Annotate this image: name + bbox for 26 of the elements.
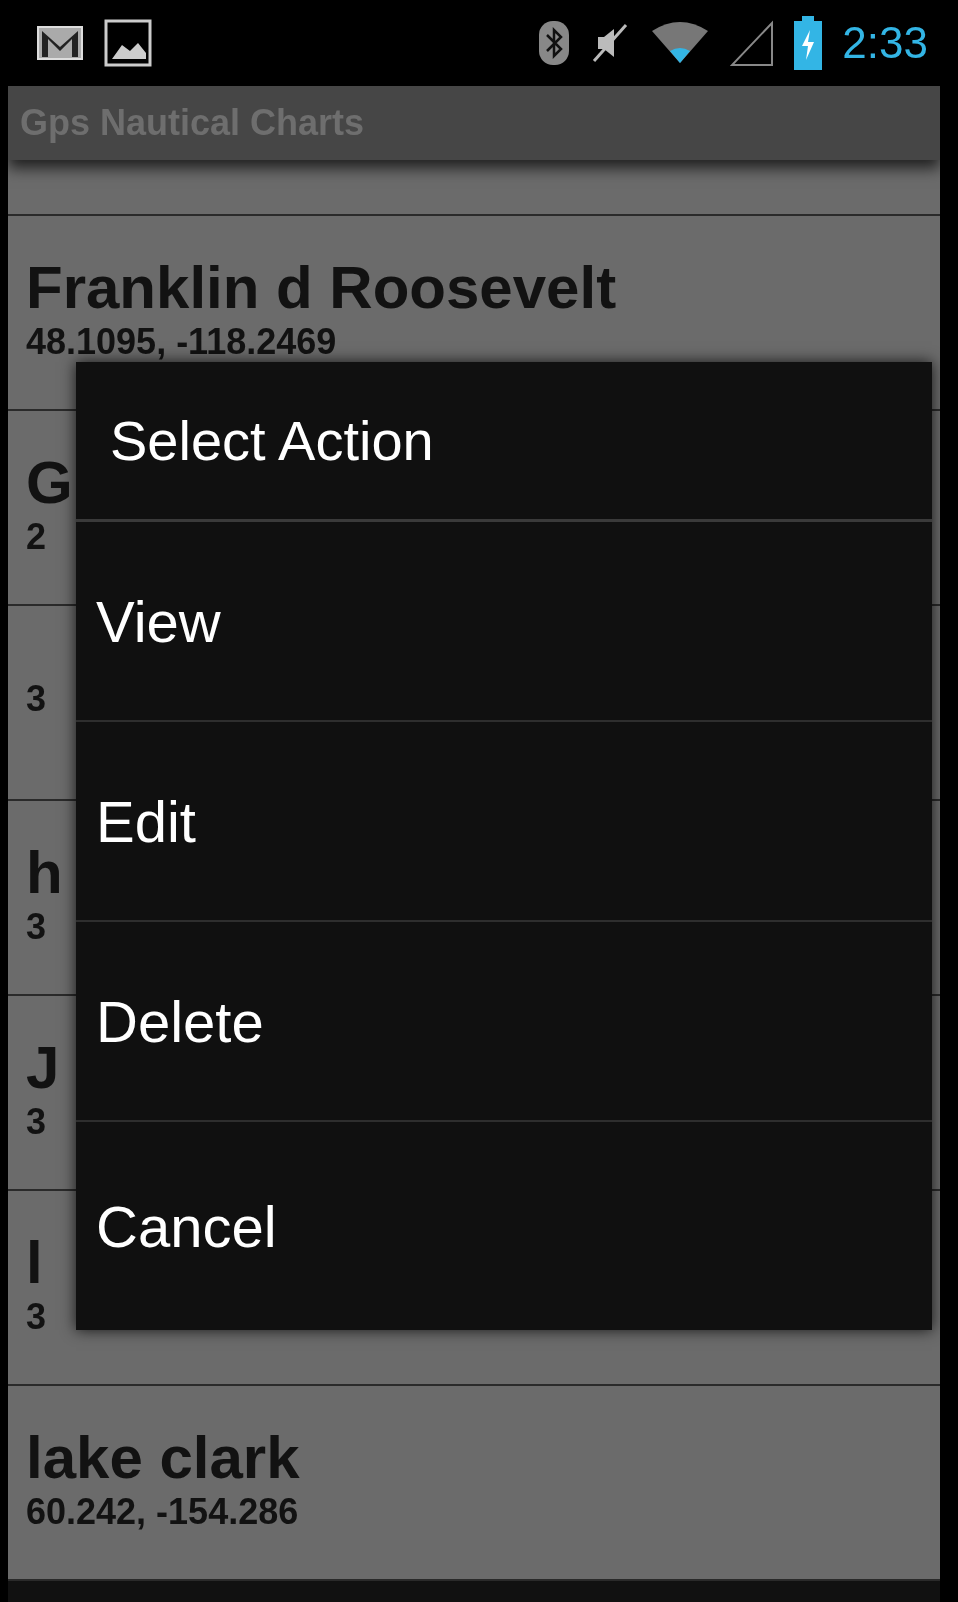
location-coordinates: 3 bbox=[26, 677, 48, 720]
wifi-icon bbox=[650, 21, 711, 65]
signal-icon bbox=[730, 19, 775, 67]
location-coordinates: 3 bbox=[26, 1100, 48, 1143]
location-coordinates: 3 bbox=[26, 905, 48, 948]
clock-time: 2:33 bbox=[842, 18, 928, 68]
location-name: G bbox=[26, 449, 74, 516]
list-row[interactable] bbox=[8, 160, 940, 216]
action-item[interactable]: Delete bbox=[76, 922, 932, 1122]
action-item[interactable]: Edit bbox=[76, 722, 932, 922]
action-item[interactable]: Cancel bbox=[76, 1122, 932, 1330]
dialog-title: Select Action bbox=[76, 362, 932, 522]
mail-icon bbox=[36, 25, 84, 61]
action-item[interactable]: View bbox=[76, 522, 932, 722]
battery-charging-icon bbox=[794, 16, 823, 70]
location-name: h bbox=[26, 839, 64, 906]
location-name: J bbox=[26, 1034, 61, 1101]
location-name: lake clark bbox=[26, 1424, 301, 1491]
location-row[interactable]: lake clark 60.242, -154.286 bbox=[8, 1386, 940, 1581]
location-coordinates: 48.1095, -118.2469 bbox=[26, 320, 338, 363]
image-icon bbox=[104, 19, 152, 67]
location-coordinates: 2 bbox=[26, 515, 48, 558]
location-name: Franklin d Roosevelt bbox=[26, 254, 618, 321]
location-coordinates: 3 bbox=[26, 1295, 48, 1338]
location-name: l bbox=[26, 1229, 44, 1296]
location-coordinates: 60.242, -154.286 bbox=[26, 1490, 300, 1533]
